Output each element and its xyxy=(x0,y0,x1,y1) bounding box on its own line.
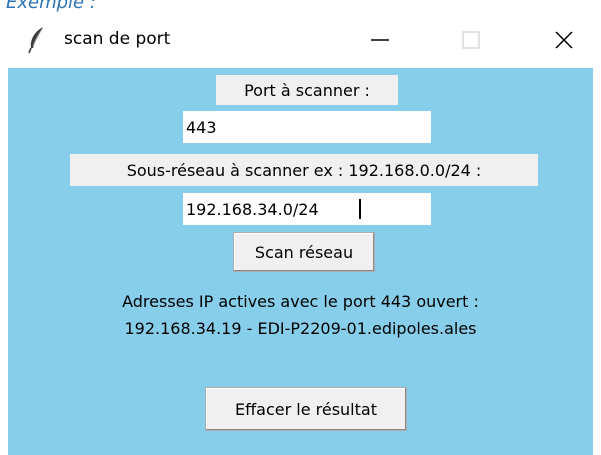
subnet-label: Sous-réseau à scanner ex : 192.168.0.0/2… xyxy=(70,154,538,186)
result-line: 192.168.34.19 - EDI-P2209-01.edipoles.al… xyxy=(124,319,477,338)
port-input[interactable] xyxy=(183,111,431,143)
result-heading: Adresses IP actives avec le port 443 ouv… xyxy=(122,292,479,311)
screenshot-root: Exemple : scan de port Port à scanner : xyxy=(0,0,601,455)
close-icon xyxy=(555,31,573,49)
text-cursor xyxy=(359,199,361,219)
maximize-icon xyxy=(462,31,480,49)
close-button[interactable] xyxy=(541,20,587,60)
feather-icon xyxy=(28,27,43,54)
minimize-button[interactable] xyxy=(357,20,403,60)
window-title: scan de port xyxy=(64,29,171,49)
window-titlebar[interactable]: scan de port xyxy=(0,14,601,66)
clear-result-button[interactable]: Effacer le résultat xyxy=(205,387,407,431)
document-caption: Exemple : xyxy=(6,0,96,13)
subnet-input[interactable] xyxy=(183,193,431,225)
maximize-button[interactable] xyxy=(448,20,494,60)
minimize-icon xyxy=(371,39,389,41)
port-label: Port à scanner : xyxy=(216,75,398,105)
window-client-area: Port à scanner : Sous-réseau à scanner e… xyxy=(8,68,593,455)
scan-button[interactable]: Scan réseau xyxy=(233,232,375,272)
